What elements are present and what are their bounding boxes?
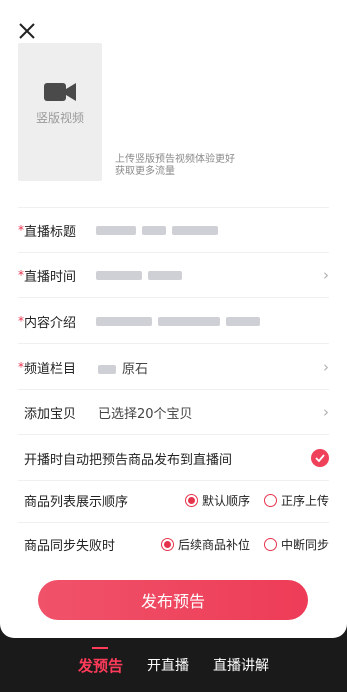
content-intro-value-blurred <box>96 314 266 329</box>
auto-publish-label: 开播时自动把预告商品发布到直播间 <box>24 452 233 468</box>
upload-tip-line-1: 上传竖版预告视频体验更好 <box>115 154 235 165</box>
video-camera-icon <box>44 83 76 101</box>
vertical-video-uploader[interactable]: 竖版视频 <box>18 43 102 181</box>
radio-upload-order[interactable]: 正序上传 <box>263 492 329 509</box>
tab-publish-preview[interactable]: 发预告 <box>78 646 123 676</box>
row-live-time[interactable]: * 直播时间 › <box>18 253 329 297</box>
radio-fill-next-label: 后续商品补位 <box>177 537 250 552</box>
chevron-right-icon: › <box>323 358 329 376</box>
live-time-label: 直播时间 <box>24 269 77 285</box>
radio-unselected-icon <box>263 493 277 507</box>
row-auto-publish[interactable]: 开播时自动把预告商品发布到直播间 <box>18 436 329 480</box>
divider <box>18 434 329 435</box>
check-circle-icon[interactable] <box>311 449 329 467</box>
live-time-value-blurred <box>96 268 188 283</box>
tab-live-explain[interactable]: 直播讲解 <box>213 655 269 675</box>
radio-unselected-icon <box>263 537 277 551</box>
row-add-goods[interactable]: 添加宝贝 已选择20个宝贝 › <box>18 390 329 434</box>
tab-start-live[interactable]: 开直播 <box>147 655 189 675</box>
radio-selected-icon <box>184 493 198 507</box>
sync-failure-label: 商品同步失败时 <box>24 538 116 554</box>
radio-stop-sync[interactable]: 中断同步 <box>263 536 329 553</box>
row-channel[interactable]: * 频道栏目 原石 › <box>18 345 329 389</box>
row-content-intro[interactable]: * 内容介绍 <box>18 299 329 343</box>
row-live-title[interactable]: * 直播标题 <box>18 208 329 252</box>
row-goods-order: 商品列表展示顺序 默认顺序 正序上传 <box>18 478 329 522</box>
sync-failure-radio-group: 后续商品补位 中断同步 <box>147 536 329 553</box>
divider <box>18 297 329 298</box>
publish-preview-button[interactable]: 发布预告 <box>38 580 308 620</box>
channel-label: 频道栏目 <box>24 361 77 377</box>
goods-order-label: 商品列表展示顺序 <box>24 494 129 510</box>
live-title-value-blurred <box>96 223 224 238</box>
channel-value-text: 原石 <box>122 361 149 377</box>
radio-selected-icon <box>160 537 174 551</box>
close-icon[interactable] <box>16 20 38 42</box>
content-intro-label: 内容介绍 <box>24 315 77 331</box>
live-title-label: 直播标题 <box>24 224 77 240</box>
add-goods-label: 添加宝贝 <box>24 406 77 422</box>
radio-stop-sync-label: 中断同步 <box>280 537 329 552</box>
goods-order-radio-group: 默认顺序 正序上传 <box>171 492 329 509</box>
radio-default-order-label: 默认顺序 <box>201 493 250 508</box>
bottom-tab-bar: 发预告 开直播 直播讲解 <box>0 638 347 692</box>
chevron-right-icon: › <box>323 266 329 284</box>
uploader-label: 竖版视频 <box>35 111 84 125</box>
add-goods-value: 已选择20个宝贝 <box>98 406 193 422</box>
radio-upload-order-label: 正序上传 <box>280 493 329 508</box>
radio-default-order[interactable]: 默认顺序 <box>184 492 250 509</box>
chevron-right-icon: › <box>323 403 329 421</box>
channel-value: 原石 <box>98 358 148 377</box>
row-sync-failure: 商品同步失败时 后续商品补位 中断同步 <box>18 522 329 566</box>
divider <box>18 343 329 344</box>
upload-tip: 上传竖版预告视频体验更好 获取更多流量 <box>115 154 235 178</box>
live-preview-sheet: 竖版视频 上传竖版预告视频体验更好 获取更多流量 * 直播标题 * 直播时间 ›… <box>0 0 347 638</box>
upload-tip-line-2: 获取更多流量 <box>115 166 175 177</box>
radio-fill-next[interactable]: 后续商品补位 <box>160 536 250 553</box>
